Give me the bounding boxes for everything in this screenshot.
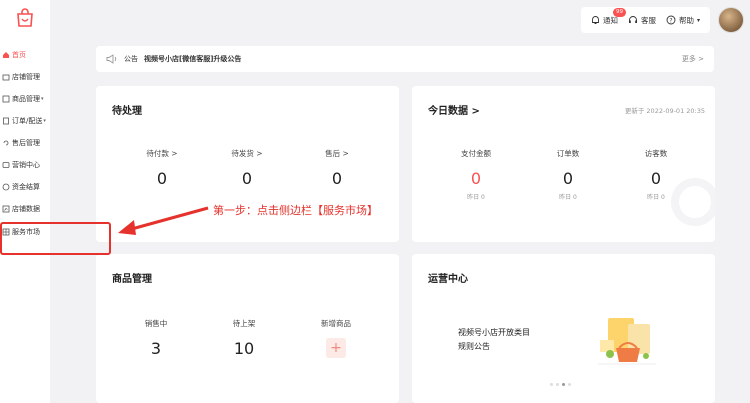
product-icon: [2, 95, 10, 103]
ops-line: 规则公告: [458, 342, 490, 351]
stat-value: 0: [156, 169, 168, 188]
carousel-dot[interactable]: [556, 383, 559, 386]
question-icon: ?: [666, 15, 676, 25]
stat-value: 0: [331, 169, 343, 188]
sidebar-item-label: 商品管理: [12, 95, 40, 103]
notify-button[interactable]: 通知 99: [591, 7, 626, 26]
notice-title[interactable]: 视频号小店[微信客服]升级公告: [144, 54, 241, 64]
stat-value: 0: [470, 169, 482, 188]
card-title[interactable]: 今日数据 >: [428, 102, 480, 117]
carousel-dot[interactable]: [568, 383, 571, 386]
funds-icon: [2, 183, 10, 191]
sidebar-item-label: 营销中心: [12, 161, 40, 169]
support-label: 客服: [640, 15, 656, 25]
stat-label: 订单数: [556, 149, 580, 158]
card-title: 运营中心: [428, 274, 468, 285]
stat-label: 待付款 >: [146, 149, 178, 158]
sidebar-item-marketing[interactable]: 营销中心: [2, 158, 50, 172]
stat-value: 0: [241, 169, 253, 188]
ops-announcement[interactable]: 视频号小店开放类目 规则公告: [458, 326, 530, 354]
annotation-text: 第一步：点击侧边栏【服务市场】: [213, 204, 378, 217]
home-icon: [2, 51, 10, 59]
sidebar-item-funds[interactable]: 资金结算: [2, 180, 50, 194]
sidebar-item-label: 店铺数据: [12, 205, 40, 213]
sidebar-item-products[interactable]: 商品管理 ▾: [2, 92, 50, 106]
sidebar-item-label: 售后管理: [12, 139, 40, 147]
chevron-down-icon: ▾: [696, 16, 700, 24]
sidebar-item-label: 店铺管理: [12, 73, 40, 81]
annotation-highlight-box: [0, 222, 111, 255]
card-title: 待处理: [112, 106, 142, 117]
sidebar-item-data[interactable]: 店铺数据: [2, 202, 50, 216]
stat-label: 新增商品: [321, 319, 351, 328]
sidebar-item-orders[interactable]: 订单/配送 ▾: [2, 114, 50, 128]
add-product[interactable]: 新增商品: [296, 318, 376, 329]
sidebar: 首页 店铺管理 商品管理 ▾ 订单/配送 ▾ 售后管理 营销中心 资金结算 店铺数据…: [0, 0, 50, 403]
carousel-dot-active[interactable]: [562, 383, 565, 386]
stat-value: 10: [233, 339, 255, 358]
today-data-card: 今日数据 > 更新于 2022-09-01 20:35 支付金额 0 昨日 0 …: [412, 86, 715, 242]
updated-time: 更新于 2022-09-01 20:35: [624, 107, 705, 115]
shopping-illustration-icon: [598, 318, 656, 365]
bell-icon: [592, 16, 599, 24]
stat-pay-amount[interactable]: 支付金额 0 昨日 0: [436, 148, 516, 201]
sidebar-item-label: 资金结算: [12, 183, 40, 191]
stat-label: 支付金额: [461, 149, 491, 158]
decorative-swirl-icon: [671, 178, 715, 226]
avatar[interactable]: [718, 7, 744, 33]
carousel-dots[interactable]: [550, 383, 571, 386]
chevron-down-icon: ▾: [41, 96, 44, 102]
sidebar-item-home[interactable]: 首页: [2, 48, 50, 62]
stat-label: 销售中: [144, 319, 168, 328]
stat-value: 3: [150, 339, 162, 358]
stat-order-count[interactable]: 订单数 0 昨日 0: [528, 148, 608, 201]
stat-pending-shipment[interactable]: 待发货 > 0: [207, 148, 287, 188]
notify-badge: 99: [612, 7, 626, 17]
data-icon: [2, 205, 10, 213]
sidebar-item-aftersale[interactable]: 售后管理: [2, 136, 50, 150]
ops-line: 视频号小店开放类目: [458, 328, 530, 337]
stat-pending-listing[interactable]: 待上架 10: [204, 318, 284, 358]
stat-aftersale[interactable]: 售后 > 0: [297, 148, 377, 188]
annotation-arrow-icon: [118, 206, 209, 235]
notice-more-link[interactable]: 更多 >: [682, 54, 704, 64]
stat-on-sale[interactable]: 销售中 3: [116, 318, 196, 358]
help-label: 帮助: [678, 15, 694, 25]
carousel-dot[interactable]: [550, 383, 553, 386]
stat-label: 待发货 >: [231, 149, 263, 158]
shop-logo-icon[interactable]: [14, 8, 36, 28]
stat-yesterday: 昨日 0: [467, 194, 485, 201]
topbar: 通知 99 客服 ? 帮助 ▾: [580, 6, 744, 34]
aftersale-icon: [2, 139, 10, 147]
add-product-button[interactable]: +: [326, 338, 346, 358]
help-button[interactable]: ? 帮助 ▾: [666, 15, 700, 26]
support-button[interactable]: 客服: [628, 15, 656, 26]
stat-label: 售后 >: [325, 149, 349, 158]
sidebar-item-store[interactable]: 店铺管理: [2, 70, 50, 84]
svg-text:?: ?: [669, 17, 672, 24]
stat-label: 待上架: [232, 319, 256, 328]
stat-yesterday: 昨日 0: [559, 194, 577, 201]
store-icon: [2, 73, 10, 81]
chevron-down-icon: ▾: [43, 118, 46, 124]
megaphone-icon: [106, 54, 117, 64]
topbar-actions: 通知 99 客服 ? 帮助 ▾: [580, 7, 710, 33]
order-icon: [2, 117, 10, 125]
products-card: 商品管理 销售中 3 待上架 10 新增商品 +: [96, 254, 399, 403]
headset-icon: [628, 16, 637, 23]
sidebar-item-label: 首页: [12, 51, 26, 59]
marketing-icon: [2, 161, 10, 169]
card-title: 商品管理: [112, 274, 152, 285]
stat-pending-payment[interactable]: 待付款 > 0: [122, 148, 202, 188]
stat-label: 访客数: [644, 149, 668, 158]
stat-value: 0: [562, 169, 574, 188]
notice-tag: 公告: [124, 55, 138, 63]
sidebar-item-label: 订单/配送: [12, 117, 43, 125]
notice-bar[interactable]: 公告 视频号小店[微信客服]升级公告 更多 >: [96, 46, 714, 72]
